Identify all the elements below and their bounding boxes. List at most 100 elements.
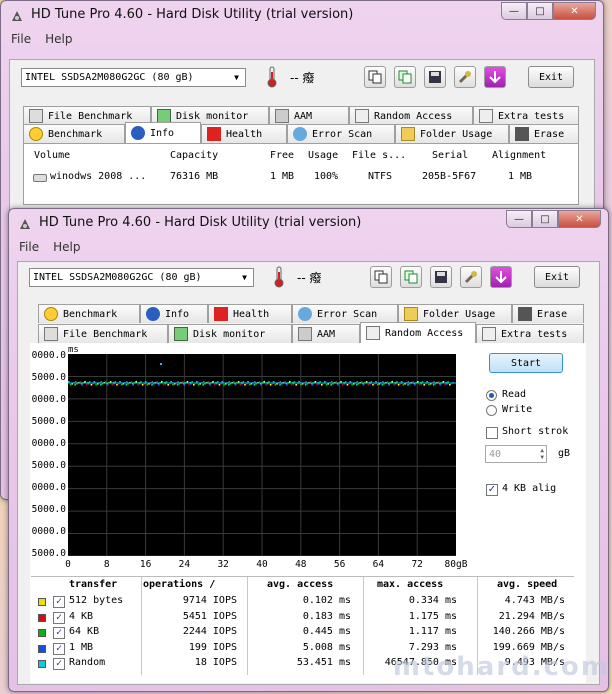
tab-info[interactable]: Info xyxy=(125,122,201,143)
random-access-icon xyxy=(355,109,369,123)
disk-monitor-icon xyxy=(157,109,171,123)
copy-info-button[interactable] xyxy=(370,266,392,288)
col-capacity: Capacity xyxy=(170,150,219,161)
series-checkbox[interactable]: ✓ xyxy=(53,596,65,608)
back-drive-select[interactable]: INTEL SSDSA2M080G2GC (80 gB) ▼ xyxy=(21,68,246,87)
series-checkbox[interactable]: ✓ xyxy=(53,611,65,624)
volume-name[interactable]: winodws 2008 ... xyxy=(50,171,146,182)
front-exit-button[interactable]: Exit xyxy=(534,266,580,288)
options-button[interactable] xyxy=(454,66,476,88)
series-checkbox[interactable]: ✓ xyxy=(53,627,65,639)
minimize-icon[interactable]: — xyxy=(506,210,532,228)
short-stroke-spinner[interactable]: 40 ▲ ▼ xyxy=(485,445,547,463)
series-color-swatch xyxy=(38,660,46,668)
tab-extra-tests[interactable]: Extra tests xyxy=(473,106,579,125)
copy-all-button[interactable] xyxy=(394,66,416,88)
wrench-icon xyxy=(464,271,477,284)
tab-info[interactable]: Info xyxy=(140,304,208,323)
result-max: 1.175 ms xyxy=(408,610,457,622)
tab-health[interactable]: Health xyxy=(208,304,292,323)
back-exit-button[interactable]: Exit xyxy=(528,66,574,88)
transfer-size-label: 64 KB xyxy=(69,626,100,637)
result-speed: 140.266 MB/s xyxy=(492,626,565,637)
chevron-down-icon: ▼ xyxy=(234,73,239,82)
save-button[interactable] xyxy=(424,66,446,88)
col-file-system: File s... xyxy=(352,150,407,161)
screenshot-button[interactable] xyxy=(490,266,512,288)
read-label: Read xyxy=(502,389,527,400)
file-benchmark-icon xyxy=(29,109,43,123)
front-drive-select[interactable]: INTEL SSDSA2M080G2GC (80 gB) ▼ xyxy=(29,268,254,287)
transfer-size-label: Random xyxy=(69,657,106,668)
tab-aam[interactable]: AAM xyxy=(292,324,360,343)
tab-aam[interactable]: AAM xyxy=(269,106,349,125)
maximize-icon[interactable]: □ xyxy=(527,2,553,20)
short-stroke-checkbox[interactable] xyxy=(486,427,498,439)
transfer-size-label: 512 bytes xyxy=(69,595,124,606)
minimize-icon[interactable]: — xyxy=(501,2,527,20)
save-icon xyxy=(435,271,447,283)
menu-help[interactable]: Help xyxy=(45,32,72,52)
tab-folder-usage[interactable]: Folder Usage xyxy=(395,124,509,143)
health-cross-icon xyxy=(214,307,228,321)
start-button[interactable]: Start xyxy=(489,353,563,373)
tab-error-scan[interactable]: Error Scan xyxy=(292,304,398,323)
series-checkbox[interactable]: ✓ xyxy=(53,642,65,655)
chevron-down-icon: ▼ xyxy=(242,273,247,282)
options-button[interactable] xyxy=(460,266,482,288)
front-window-title: HD Tune Pro 4.60 - Hard Disk Utility (tr… xyxy=(39,215,362,230)
tab-error-scan[interactable]: Error Scan xyxy=(287,124,395,143)
result-speed: 199.669 MB/s xyxy=(492,641,565,653)
benchmark-icon xyxy=(29,127,43,141)
result-avg: 53.451 ms xyxy=(296,657,351,668)
close-icon[interactable]: ✕ xyxy=(553,2,596,20)
result-avg: 0.445 ms xyxy=(302,626,351,637)
copy-all-icon xyxy=(404,270,418,284)
tab-random-access[interactable]: Random Access xyxy=(349,106,473,125)
write-radio[interactable] xyxy=(486,405,497,416)
benchmark-icon xyxy=(44,307,58,321)
col-usage: Usage xyxy=(308,150,339,161)
result-avg: 5.008 ms xyxy=(302,641,351,653)
tab-disk-monitor[interactable]: Disk monitor xyxy=(168,324,292,343)
series-checkbox[interactable]: ✓ xyxy=(53,658,65,670)
tab-health[interactable]: Health xyxy=(201,124,287,143)
tab-erase[interactable]: Erase xyxy=(509,124,579,143)
back-window-title: HD Tune Pro 4.60 - Hard Disk Utility (tr… xyxy=(31,7,354,22)
extra-tests-icon xyxy=(479,109,493,123)
maximize-icon[interactable]: □ xyxy=(532,210,558,228)
arrow-down-icon xyxy=(495,271,507,284)
trash-icon xyxy=(518,307,532,321)
tab-benchmark[interactable]: Benchmark xyxy=(38,304,140,323)
result-speed: 4.743 MB/s xyxy=(504,595,565,606)
copy-info-button[interactable] xyxy=(364,66,386,88)
copy-all-button[interactable] xyxy=(400,266,422,288)
tab-erase[interactable]: Erase xyxy=(512,304,584,323)
volume-serial: 205B-5F67 xyxy=(422,171,477,182)
result-max: 0.334 ms xyxy=(408,595,457,606)
copy-all-icon xyxy=(398,70,412,84)
align-4kb-checkbox[interactable]: ✓ xyxy=(486,484,498,496)
tab-file-benchmark[interactable]: File Benchmark xyxy=(38,324,168,343)
volume-capacity: 76316 MB xyxy=(170,171,219,182)
save-button[interactable] xyxy=(430,266,452,288)
menu-help[interactable]: Help xyxy=(53,240,80,260)
file-benchmark-icon xyxy=(44,327,58,341)
series-color-swatch xyxy=(38,613,46,622)
close-icon[interactable]: ✕ xyxy=(558,210,601,228)
drive-icon xyxy=(33,174,47,182)
random-access-icon xyxy=(366,326,380,340)
align-4kb-label: 4 KB alig xyxy=(502,483,557,494)
back-temperature: -- 癈 xyxy=(290,71,315,85)
header-avg-access: avg. access xyxy=(267,579,334,590)
tab-benchmark[interactable]: Benchmark xyxy=(23,124,125,143)
volume-free: 1 MB xyxy=(270,171,295,182)
tab-folder-usage[interactable]: Folder Usage xyxy=(398,304,512,323)
screenshot-button[interactable] xyxy=(484,66,506,88)
read-radio[interactable] xyxy=(486,390,497,401)
front-caption-buttons: — □ ✕ xyxy=(506,210,601,228)
tab-random-access[interactable]: Random Access xyxy=(360,322,476,343)
menu-file[interactable]: File xyxy=(19,240,39,260)
menu-file[interactable]: File xyxy=(11,32,31,52)
tab-extra-tests[interactable]: Extra tests xyxy=(476,324,584,343)
